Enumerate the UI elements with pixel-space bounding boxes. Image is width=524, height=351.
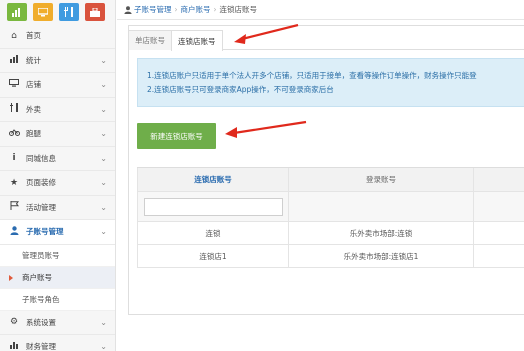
bar-chart-icon — [7, 341, 21, 351]
breadcrumb-current: 连锁店账号 — [219, 5, 258, 14]
sidebar-item-system-settings[interactable]: ⚙ 系统设置 ⌄ — [0, 311, 115, 335]
sidebar-item-statistics[interactable]: 统计 ⌄ — [0, 49, 115, 73]
user-icon — [7, 226, 21, 238]
chevron-down-icon: ⌄ — [100, 80, 107, 90]
shop-icon[interactable] — [85, 3, 105, 21]
breadcrumb-separator: › — [174, 5, 178, 14]
chevron-down-icon: ⌄ — [100, 153, 107, 163]
info-icon: i — [12, 153, 16, 164]
sidebar-subitem-label: 子账号角色 — [22, 294, 60, 304]
column-header-empty — [474, 168, 524, 191]
bike-icon — [7, 128, 21, 139]
breadcrumb-separator: › — [213, 5, 217, 14]
table-row[interactable]: 连锁店1 乐外卖市场部:连锁店1 — [137, 245, 524, 268]
table-filter-row — [137, 192, 524, 222]
content-panel: 单店账号 连锁店账号 1.连锁店账户只适用于单个法人开多个店铺，只适用于接单，查… — [128, 25, 524, 315]
sidebar-item-errand[interactable]: 跑腿 ⌄ — [0, 122, 115, 147]
chart-icon — [7, 54, 21, 66]
sidebar-item-label: 跑腿 — [26, 129, 41, 139]
create-chain-account-button[interactable]: 新建连锁店账号 — [137, 123, 216, 149]
active-indicator-icon — [9, 274, 13, 281]
main-content: 子账号管理 › 商户账号 › 连锁店账号 单店账号 连锁店账号 1.连锁店账户只… — [117, 0, 524, 351]
sidebar-toolbar — [0, 0, 115, 24]
sidebar-item-activity[interactable]: 活动管理 ⌄ — [0, 196, 115, 220]
sidebar-subitem-label: 管理员账号 — [22, 250, 60, 260]
column-header-chain-account[interactable]: 连锁店账号 — [137, 168, 289, 191]
star-icon: ★ — [9, 177, 19, 188]
tab-chain-store-account[interactable]: 连锁店账号 — [171, 30, 223, 51]
monitor-icon[interactable] — [33, 3, 53, 21]
sidebar-subitem-label: 商户账号 — [22, 272, 52, 282]
chart-icon[interactable] — [7, 3, 27, 21]
sidebar: ⌂ 首页 统计 ⌄ 店铺 ⌄ 外卖 ⌄ 跑腿 ⌄ i 同城信息 ⌄ ★ 页面装修 — [0, 0, 116, 351]
sidebar-item-label: 同城信息 — [26, 153, 56, 163]
chevron-down-icon: ⌄ — [100, 202, 107, 212]
sidebar-item-label: 活动管理 — [26, 202, 56, 212]
table-row[interactable]: 连锁 乐外卖市场部:连锁 — [137, 222, 524, 245]
chevron-down-icon: ⌄ — [100, 342, 107, 351]
chevron-down-icon: ⌄ — [100, 129, 107, 139]
monitor-icon — [7, 79, 21, 90]
chevron-down-icon: ⌄ — [100, 104, 107, 114]
chevron-down-icon: ⌄ — [100, 317, 107, 327]
home-icon: ⌂ — [11, 30, 17, 41]
sidebar-item-label: 统计 — [26, 55, 41, 65]
table-cell-login: 乐外卖市场部:连锁店1 — [289, 245, 474, 267]
tab-single-store-account[interactable]: 单店账号 — [129, 30, 172, 50]
table-cell-login: 乐外卖市场部:连锁 — [289, 222, 474, 244]
chevron-down-icon: ⌄ — [100, 178, 107, 188]
sidebar-item-page-decor[interactable]: ★ 页面装修 ⌄ — [0, 171, 115, 196]
table-cell-empty — [474, 245, 524, 267]
notice-box: 1.连锁店账户只适用于单个法人开多个店铺，只适用于接单，查看等操作订单操作，财务… — [137, 58, 524, 107]
user-icon — [124, 5, 132, 14]
sidebar-item-takeout[interactable]: 外卖 ⌄ — [0, 98, 115, 122]
sidebar-item-finance[interactable]: 财务管理 ⌄ — [0, 335, 115, 351]
sidebar-item-home[interactable]: ⌂ 首页 — [0, 24, 115, 49]
table-cell-account: 连锁 — [137, 222, 289, 244]
sidebar-item-label: 店铺 — [26, 80, 41, 90]
accounts-table: 连锁店账号 登录账号 连锁 乐外卖市场部:连锁 连锁店1 乐外卖市场部:连锁店1 — [137, 167, 524, 268]
sidebar-item-label: 外卖 — [26, 104, 41, 114]
chevron-down-icon: ⌄ — [100, 55, 107, 65]
sidebar-subitem-admin-account[interactable]: 管理员账号 — [0, 244, 115, 267]
sidebar-subitem-merchant-account[interactable]: 商户账号 — [0, 266, 115, 289]
chevron-down-icon: ⌄ — [100, 227, 107, 237]
filter-cell — [137, 192, 289, 221]
breadcrumb: 子账号管理 › 商户账号 › 连锁店账号 — [117, 0, 524, 20]
sidebar-item-label: 页面装修 — [26, 178, 56, 188]
column-header-login-account[interactable]: 登录账号 — [289, 168, 474, 191]
notice-line-1: 1.连锁店账户只适用于单个法人开多个店铺，只适用于接单，查看等操作订单操作，财务… — [147, 71, 477, 80]
sidebar-item-label: 系统设置 — [26, 317, 56, 327]
chain-account-search-input[interactable] — [143, 197, 283, 216]
filter-cell-empty — [289, 192, 474, 221]
sidebar-subitem-subaccount-role[interactable]: 子账号角色 — [0, 288, 115, 311]
sidebar-item-city-info[interactable]: i 同城信息 ⌄ — [0, 147, 115, 171]
sidebar-item-subaccount[interactable]: 子账号管理 ⌄ — [0, 220, 115, 245]
sidebar-item-label: 财务管理 — [26, 342, 56, 351]
sidebar-item-store[interactable]: 店铺 ⌄ — [0, 73, 115, 98]
filter-cell-empty — [474, 192, 524, 221]
notice-line-2: 2.连锁店账号只可登录商家App操作，不可登录商家后台 — [147, 85, 334, 94]
table-cell-account: 连锁店1 — [137, 245, 289, 267]
table-header-row: 连锁店账号 登录账号 — [137, 168, 524, 192]
sidebar-item-label: 首页 — [26, 31, 41, 41]
sidebar-item-label: 子账号管理 — [26, 227, 64, 237]
gear-icon: ⚙ — [9, 317, 19, 328]
restaurant-icon[interactable] — [59, 3, 79, 21]
cutlery-icon — [7, 103, 21, 115]
table-cell-empty — [474, 222, 524, 244]
breadcrumb-parent[interactable]: 商户账号 — [181, 4, 211, 15]
breadcrumb-root[interactable]: 子账号管理 — [134, 4, 172, 15]
tab-bar: 单店账号 连锁店账号 — [129, 26, 524, 51]
flag-icon — [7, 201, 21, 213]
